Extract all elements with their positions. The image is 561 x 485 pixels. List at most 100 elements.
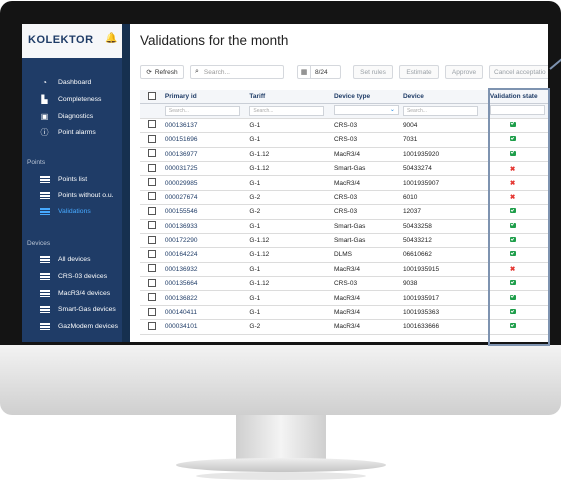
cell-primary-id[interactable]: 000034101 (160, 319, 246, 335)
row-checkbox[interactable] (148, 134, 156, 143)
cell-device-type: CRS-03 (329, 190, 399, 206)
table-row[interactable]: 000031725 G-1.12 Smart-Gas 50433274 ✖ (140, 161, 548, 177)
list-icon (39, 272, 50, 281)
list-icon (39, 175, 50, 184)
table-row[interactable]: 000034101 G-2 MacR3/4 1001633666 (140, 319, 548, 335)
cell-primary-id[interactable]: 000136977 (160, 147, 246, 162)
row-select-cell (140, 247, 161, 263)
table-row[interactable]: 000136137 G-1 CRS-03 9004 (140, 118, 548, 134)
row-checkbox[interactable] (148, 293, 156, 302)
cell-device-type: Smart-Gas (329, 219, 399, 234)
sidebar-item-dashboard[interactable]: ◔ Dashboard (22, 74, 130, 90)
cell-device-type: MacR3/4 (329, 262, 399, 278)
sidebar-item-crs03-devices[interactable]: CRS-03 devices (22, 268, 130, 284)
table-row[interactable]: 000136933 G-1 Smart-Gas 50433258 (140, 219, 548, 234)
cell-tariff: G-1 (245, 118, 330, 134)
table-row[interactable]: 000140411 G-1 MacR3/4 1001935363 (140, 305, 548, 321)
cell-device: 1001935920 (398, 147, 486, 162)
cell-tariff: G-1 (245, 262, 330, 278)
column-header[interactable]: Device type (329, 90, 399, 105)
sidebar-item-validations[interactable]: Validations (22, 203, 130, 219)
cell-device: 50433258 (398, 219, 486, 234)
table-row[interactable]: 000172290 G-1.12 Smart-Gas 50433212 (140, 233, 548, 249)
filter-input-primary-id[interactable]: Search... (164, 106, 240, 117)
filter-input-device[interactable]: Search... (402, 106, 478, 117)
cell-primary-id[interactable]: 000136822 (160, 290, 246, 306)
table-row[interactable]: 000136977 G-1.12 MacR3/4 1001935920 (140, 147, 548, 162)
cell-tariff: G-1 (245, 175, 330, 191)
cell-primary-id[interactable]: 000151696 (160, 132, 246, 148)
set-rules-button[interactable]: Set rules (353, 65, 393, 79)
row-checkbox[interactable] (148, 221, 156, 230)
row-checkbox[interactable] (148, 264, 156, 273)
row-select-cell (140, 147, 161, 162)
stand-shadow (196, 472, 366, 480)
row-checkbox[interactable] (148, 249, 156, 258)
cell-primary-id[interactable]: 000172290 (160, 233, 246, 249)
column-header[interactable]: Primary id (160, 90, 246, 105)
cell-tariff: G-1.12 (245, 233, 330, 249)
table-row[interactable]: 000029985 G-1 MacR3/4 1001935907 ✖ (140, 175, 548, 191)
cell-primary-id[interactable]: 000135664 (160, 276, 246, 292)
sidebar-item-smartgas-devices[interactable]: Smart-Gas devices (22, 301, 130, 317)
approve-button[interactable]: Approve (445, 65, 483, 79)
cell-device: 9004 (398, 118, 486, 134)
row-checkbox[interactable] (148, 278, 156, 287)
sidebar-item-label: Dashboard (58, 78, 92, 86)
cell-primary-id[interactable]: 000140411 (160, 305, 246, 321)
table-row[interactable]: 000164224 G-1.12 DLMS 06610662 (140, 247, 548, 263)
row-checkbox[interactable] (148, 163, 156, 172)
sidebar-item-point-alarms[interactable]: ⓘ Point alarms (22, 124, 130, 140)
table-row[interactable]: 000136932 G-1 MacR3/4 1001935915 ✖ (140, 262, 548, 278)
cell-primary-id[interactable]: 000027674 (160, 190, 246, 206)
cell-primary-id[interactable]: 000164224 (160, 247, 246, 263)
sidebar-item-points-list[interactable]: Points list (22, 171, 130, 187)
refresh-button[interactable]: ⟳ Refresh (140, 65, 184, 79)
estimate-button[interactable]: Estimate (399, 65, 439, 79)
table-row[interactable]: 000136822 G-1 MacR3/4 1001935917 (140, 290, 548, 306)
search-input[interactable]: ⌕ Search... (190, 65, 284, 79)
cell-device: 1001935907 (398, 175, 486, 191)
cell-primary-id[interactable]: 000136933 (160, 219, 246, 234)
sidebar-item-gazmodem-devices[interactable]: GazModem devices (22, 318, 130, 334)
table-row[interactable]: 000155546 G-2 CRS-03 12037 (140, 204, 548, 220)
row-checkbox[interactable] (148, 178, 156, 187)
row-checkbox[interactable] (148, 149, 156, 158)
row-select-cell (140, 233, 161, 249)
sidebar-item-macr34-devices[interactable]: MacR3/4 devices (22, 285, 130, 301)
table-row[interactable]: 000135664 G-1.12 CRS-03 9038 (140, 276, 548, 292)
filter-row: Search... Search... ⌄ Search... (140, 103, 548, 119)
column-header[interactable]: Tariff (245, 90, 330, 105)
row-checkbox[interactable] (148, 206, 156, 215)
date-picker[interactable]: ▦ 8/24 (297, 65, 341, 79)
cell-tariff: G-1 (245, 305, 330, 321)
cell-device-type: MacR3/4 (329, 305, 399, 321)
row-checkbox[interactable] (148, 235, 156, 244)
table-row[interactable]: 000027674 G-2 CRS-03 6010 ✖ (140, 190, 548, 206)
row-checkbox[interactable] (148, 307, 156, 316)
sidebar-item-points-without-ou[interactable]: Points without o.u. (22, 187, 130, 203)
column-header[interactable]: Device (398, 90, 486, 105)
select-all-checkbox[interactable] (148, 91, 156, 100)
row-checkbox[interactable] (148, 192, 156, 201)
cell-primary-id[interactable]: 000136932 (160, 262, 246, 278)
monitor-stand-base (176, 458, 386, 472)
cell-primary-id[interactable]: 000031725 (160, 161, 246, 177)
cell-primary-id[interactable]: 000029985 (160, 175, 246, 191)
cell-primary-id[interactable]: 000136137 (160, 118, 246, 134)
table-row[interactable]: 000151696 G-1 CRS-03 7031 (140, 132, 548, 148)
sidebar-item-all-devices[interactable]: All devices (22, 251, 130, 267)
sidebar-scrollbar[interactable] (122, 24, 130, 342)
row-select-cell (140, 204, 161, 220)
sidebar-item-label: Validations (58, 207, 91, 215)
filter-input-tariff[interactable]: Search... (249, 106, 325, 117)
validations-table: Primary id Tariff Device type Device Val… (140, 90, 548, 335)
sidebar-item-diagnostics[interactable]: ▣ Diagnostics (22, 108, 130, 124)
cell-primary-id[interactable]: 000155546 (160, 204, 246, 220)
filter-select-device-type[interactable]: ⌄ (333, 105, 399, 116)
sidebar-item-completeness[interactable]: ▙ Completeness (22, 91, 130, 107)
row-checkbox[interactable] (148, 321, 156, 330)
row-checkbox[interactable] (148, 120, 156, 129)
bell-icon[interactable]: 🔔 (105, 33, 117, 44)
cancel-acceptation-button[interactable]: Cancel acceptatio (489, 65, 548, 79)
